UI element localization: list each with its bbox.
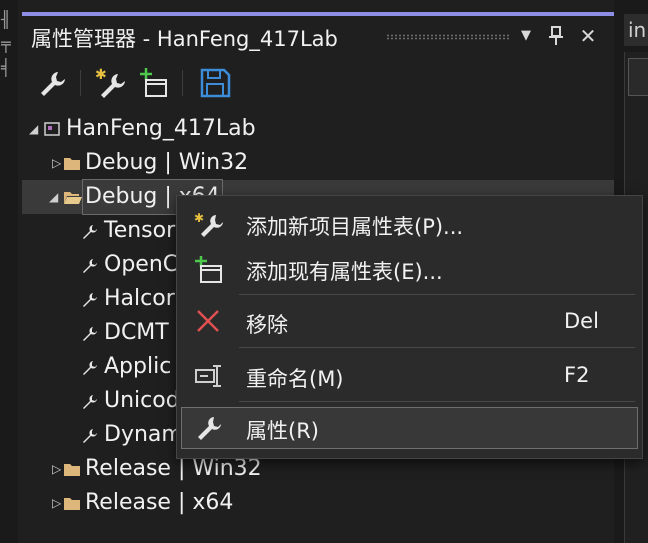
folder-icon bbox=[64, 464, 80, 476]
side-tab[interactable]: in bbox=[624, 14, 648, 46]
tree-config-node[interactable]: ▷ Debug | Win32 bbox=[22, 146, 614, 180]
menu-separator bbox=[239, 347, 635, 348]
folder-icon bbox=[64, 158, 80, 170]
collapse-arrow-icon[interactable]: ◢ bbox=[49, 180, 63, 214]
menu-item-rename[interactable]: 重命名(M) F2 bbox=[182, 356, 637, 396]
toolbar-separator bbox=[80, 70, 81, 96]
add-existing-sheet-icon bbox=[195, 256, 222, 283]
menu-item-add-new-sheet[interactable]: ✱ 添加新项目属性表(P)... bbox=[182, 204, 637, 244]
side-glyph-icon: ╢ bbox=[1, 10, 11, 29]
sheet-label: Applic bbox=[104, 354, 172, 379]
menu-separator bbox=[239, 294, 635, 295]
sheet-label: Dynam bbox=[104, 422, 183, 447]
context-menu: ✱ 添加新项目属性表(P)... 添加现有属性表(E)... 移除 Del 重命… bbox=[176, 195, 643, 459]
menu-item-label: 重命名(M) bbox=[246, 367, 344, 391]
side-glyph-icon: ╡ bbox=[1, 58, 11, 77]
project-icon bbox=[44, 122, 60, 136]
menu-item-add-existing-sheet[interactable]: 添加现有属性表(E)... bbox=[182, 249, 637, 289]
sheet-label: DCMT bbox=[104, 320, 169, 345]
wrench-icon bbox=[83, 259, 97, 273]
side-mini-button[interactable] bbox=[628, 58, 648, 96]
tree-config-node[interactable]: ▷ Release | x64 bbox=[22, 486, 614, 520]
menu-item-shortcut: Del bbox=[564, 309, 599, 333]
panel-title: 属性管理器 - HanFeng_417Lab bbox=[31, 27, 338, 51]
config-label: Release | x64 bbox=[85, 490, 234, 515]
properties-wrench-icon bbox=[198, 417, 221, 440]
close-icon[interactable]: ✕ bbox=[576, 24, 600, 48]
add-new-sheet-icon: ✱ bbox=[194, 211, 223, 237]
sheet-label: Unicod bbox=[104, 388, 180, 413]
panel-title-bar[interactable]: 属性管理器 - HanFeng_417Lab ▼ ✕ bbox=[22, 16, 614, 54]
properties-wrench-icon[interactable] bbox=[36, 66, 70, 100]
tree-project-node[interactable]: ◢ HanFeng_417Lab bbox=[22, 112, 614, 146]
folder-icon bbox=[64, 498, 80, 510]
pin-icon[interactable] bbox=[544, 24, 568, 48]
wrench-icon bbox=[83, 293, 97, 307]
wrench-icon bbox=[83, 225, 97, 239]
wrench-icon bbox=[83, 361, 97, 375]
remove-x-icon bbox=[197, 310, 219, 332]
left-side-strip: ╢ ╤ ╡ bbox=[0, 0, 18, 543]
svg-text:✱: ✱ bbox=[95, 67, 107, 83]
menu-item-label: 属性(R) bbox=[246, 419, 319, 443]
menu-item-label: 添加新项目属性表(P)... bbox=[246, 215, 464, 239]
rename-icon bbox=[195, 365, 221, 387]
sheet-label: Tensor bbox=[104, 218, 176, 243]
collapse-arrow-icon[interactable]: ◢ bbox=[29, 112, 43, 146]
dropdown-icon[interactable]: ▼ bbox=[514, 24, 538, 48]
project-name: HanFeng_417Lab bbox=[66, 116, 256, 141]
side-glyph-icon: ╤ bbox=[1, 34, 11, 53]
menu-item-properties[interactable]: 属性(R) bbox=[181, 407, 638, 449]
sheet-label: Halcor bbox=[104, 286, 175, 311]
toolbar-separator bbox=[182, 70, 183, 96]
panel-toolbar: ✱ bbox=[22, 64, 614, 102]
add-new-property-sheet-icon[interactable]: ✱ bbox=[94, 66, 128, 100]
menu-item-remove[interactable]: 移除 Del bbox=[182, 302, 637, 342]
wrench-icon bbox=[83, 395, 97, 409]
sheet-label: OpenC bbox=[104, 252, 179, 277]
menu-item-shortcut: F2 bbox=[564, 363, 590, 387]
wrench-icon bbox=[83, 327, 97, 341]
wrench-icon bbox=[83, 429, 97, 443]
add-existing-property-sheet-icon[interactable] bbox=[138, 66, 172, 100]
menu-item-label: 添加现有属性表(E)... bbox=[246, 260, 443, 284]
menu-separator bbox=[239, 401, 635, 402]
title-grip[interactable] bbox=[386, 34, 510, 40]
config-label: Debug | Win32 bbox=[85, 150, 249, 175]
menu-item-label: 移除 bbox=[246, 313, 288, 337]
folder-open-icon bbox=[64, 192, 82, 204]
svg-text:✱: ✱ bbox=[194, 211, 204, 225]
save-icon[interactable] bbox=[198, 66, 232, 100]
